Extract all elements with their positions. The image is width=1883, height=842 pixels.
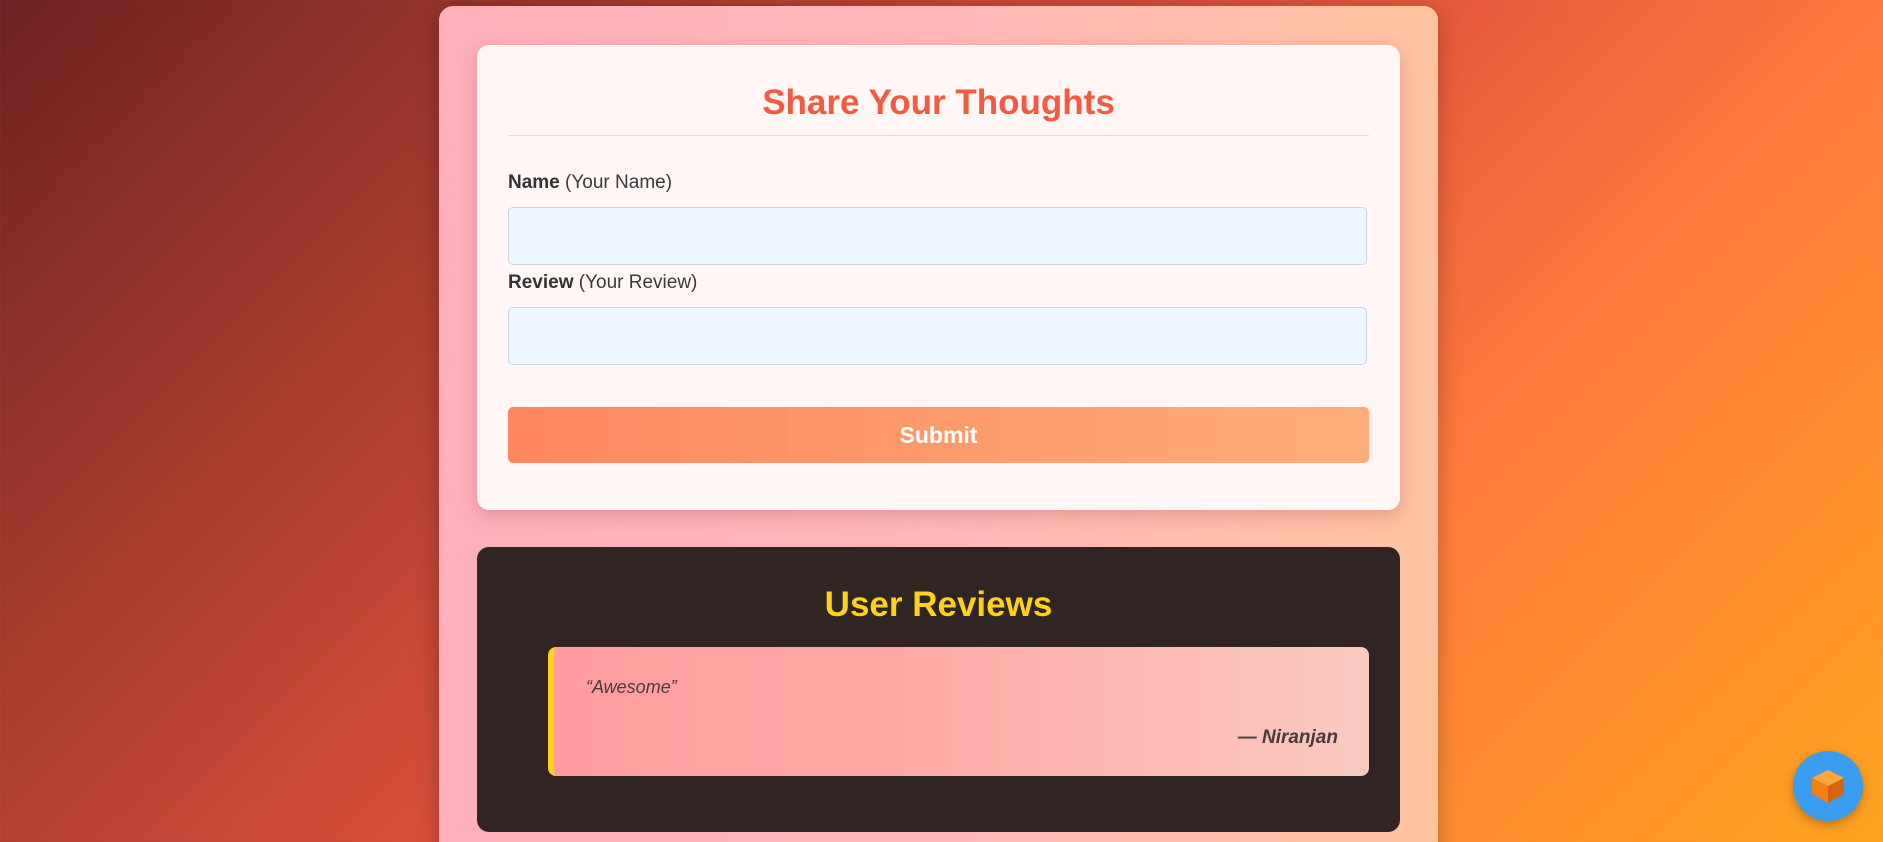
title-divider: [508, 135, 1369, 136]
review-label-bold: Review: [508, 272, 574, 293]
submit-button[interactable]: Submit: [508, 407, 1369, 463]
review-text: “Awesome”: [586, 677, 677, 697]
user-reviews-section: User Reviews “Awesome” — Niranjan: [477, 547, 1400, 832]
form-title: Share Your Thoughts: [762, 83, 1115, 122]
name-label-hint: (Your Name): [565, 172, 673, 193]
reviews-title: User Reviews: [824, 585, 1053, 624]
review-label-hint: (Your Review): [578, 272, 698, 293]
name-label: Name (Your Name): [508, 171, 672, 195]
review-form: Share Your Thoughts Name (Your Name) Rev…: [477, 45, 1400, 510]
floating-action-button[interactable]: [1793, 751, 1863, 821]
review-input[interactable]: [508, 307, 1367, 365]
review-author: — Niranjan: [1237, 727, 1338, 748]
cube-icon: [1809, 767, 1847, 805]
review-item: “Awesome” — Niranjan: [548, 647, 1369, 776]
review-label: Review (Your Review): [508, 271, 697, 295]
page-container: Share Your Thoughts Name (Your Name) Rev…: [439, 6, 1438, 842]
name-input[interactable]: [508, 207, 1367, 265]
name-label-bold: Name: [508, 172, 560, 193]
